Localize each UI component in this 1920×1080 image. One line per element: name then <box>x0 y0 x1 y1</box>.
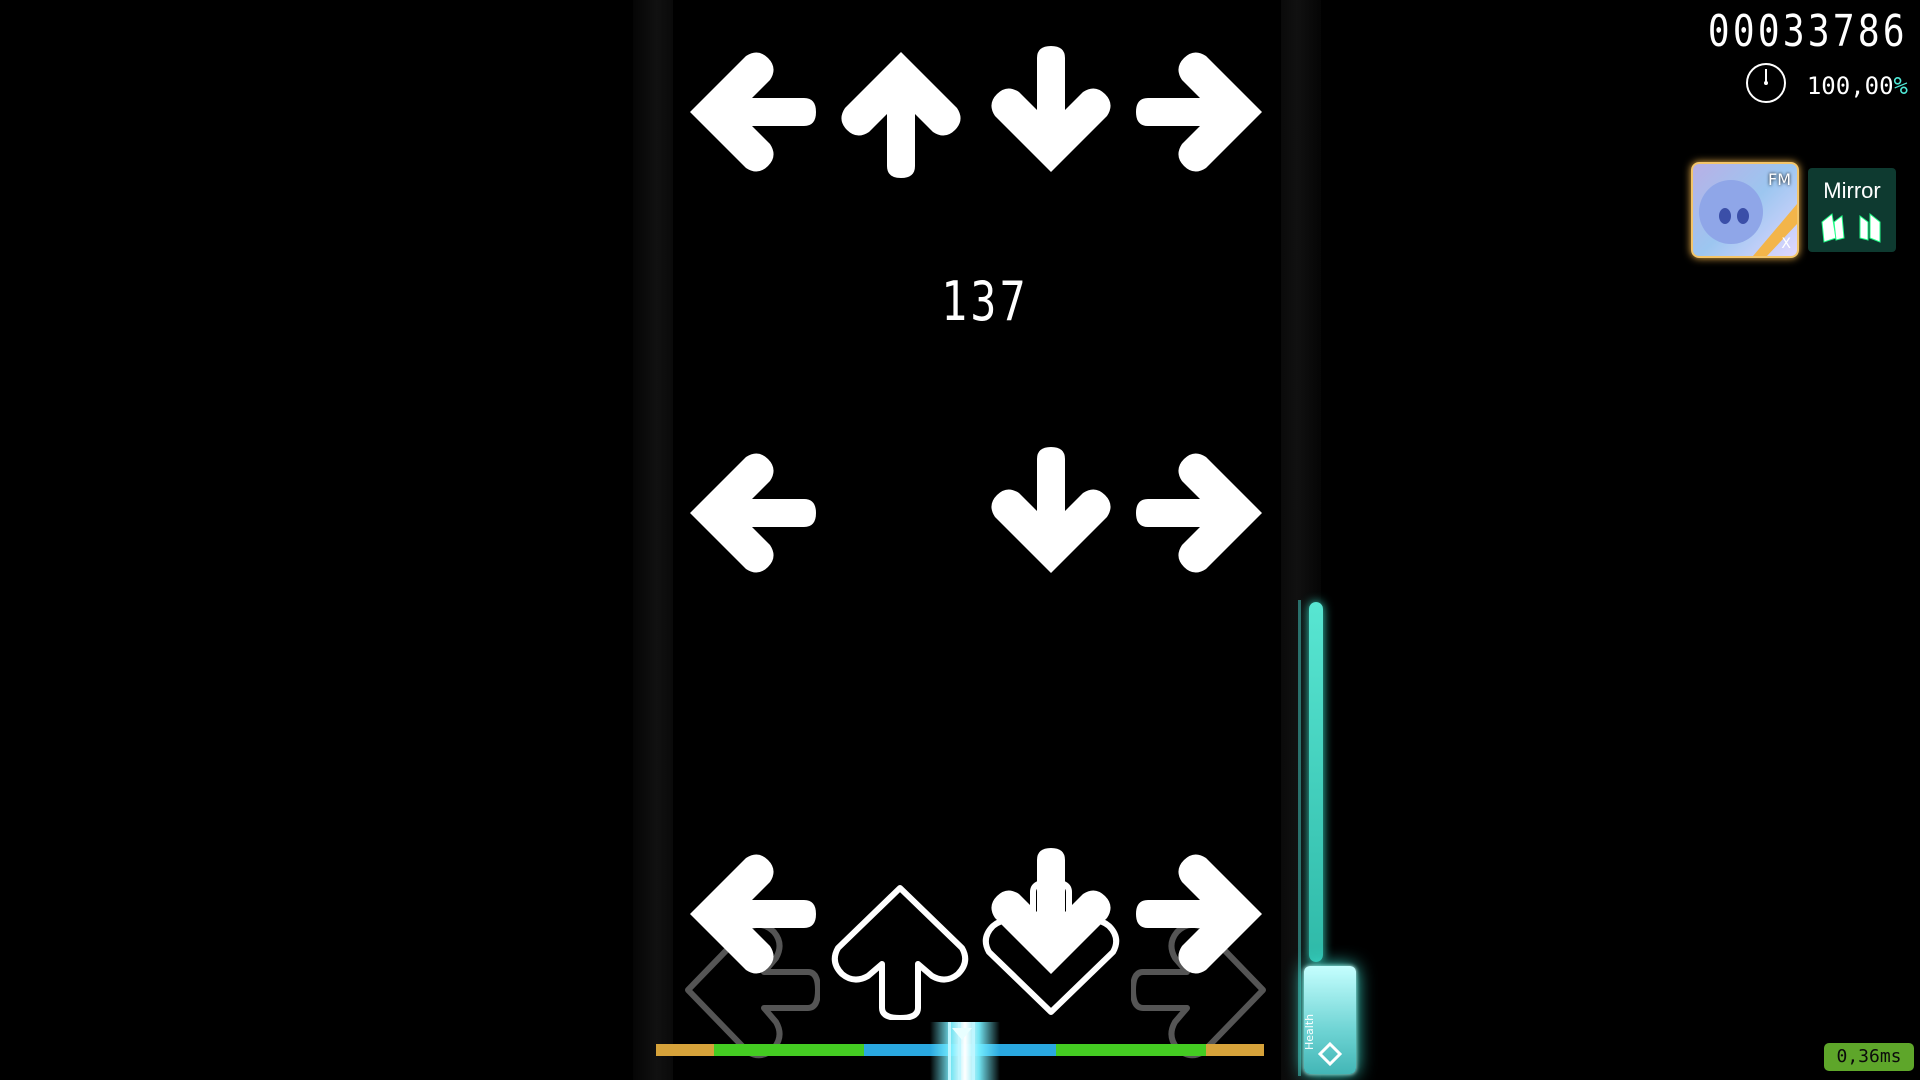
note-right-icon <box>1136 854 1262 974</box>
playfield-left-border <box>633 0 673 1080</box>
accuracy-value: 100,00 <box>1806 72 1894 100</box>
score-display: 00033786 <box>1707 6 1908 57</box>
mod-fm-label: FM <box>1767 170 1791 189</box>
hit-window-good-right <box>1056 1044 1206 1056</box>
note-down-icon <box>991 447 1111 573</box>
note-up-icon <box>841 52 961 178</box>
accuracy-display: 100,00% <box>1807 72 1908 100</box>
note-down-icon <box>991 46 1111 172</box>
health-label: Health <box>1303 1013 1316 1050</box>
note-left-icon <box>690 854 816 974</box>
health-track <box>1298 600 1301 1076</box>
clock-icon <box>1746 63 1786 103</box>
note-right-icon <box>1136 453 1262 573</box>
hit-tick <box>948 1022 951 1080</box>
mod-fm-extra: X <box>1781 236 1791 252</box>
combo-counter: 137 <box>941 270 1029 333</box>
mod-mirror: Mirror <box>1808 168 1896 252</box>
note-left-icon <box>690 453 816 573</box>
hit-window-meh-left <box>656 1044 714 1056</box>
piano-keys-icon <box>1821 212 1881 243</box>
hit-marker-icon <box>952 1028 972 1040</box>
receptor-up-icon <box>830 880 970 1020</box>
hit-tick <box>972 1022 975 1080</box>
health-bar-fill <box>1309 602 1323 962</box>
note-down-icon <box>991 848 1111 974</box>
note-left-icon <box>690 52 816 172</box>
note-right-icon <box>1136 52 1262 172</box>
hit-window-good-left <box>714 1044 864 1056</box>
latency-badge: 0,36ms <box>1824 1043 1914 1071</box>
hit-window-meh-right <box>1206 1044 1264 1056</box>
accuracy-suffix: % <box>1893 72 1908 100</box>
mod-fm: FM X <box>1691 162 1799 258</box>
